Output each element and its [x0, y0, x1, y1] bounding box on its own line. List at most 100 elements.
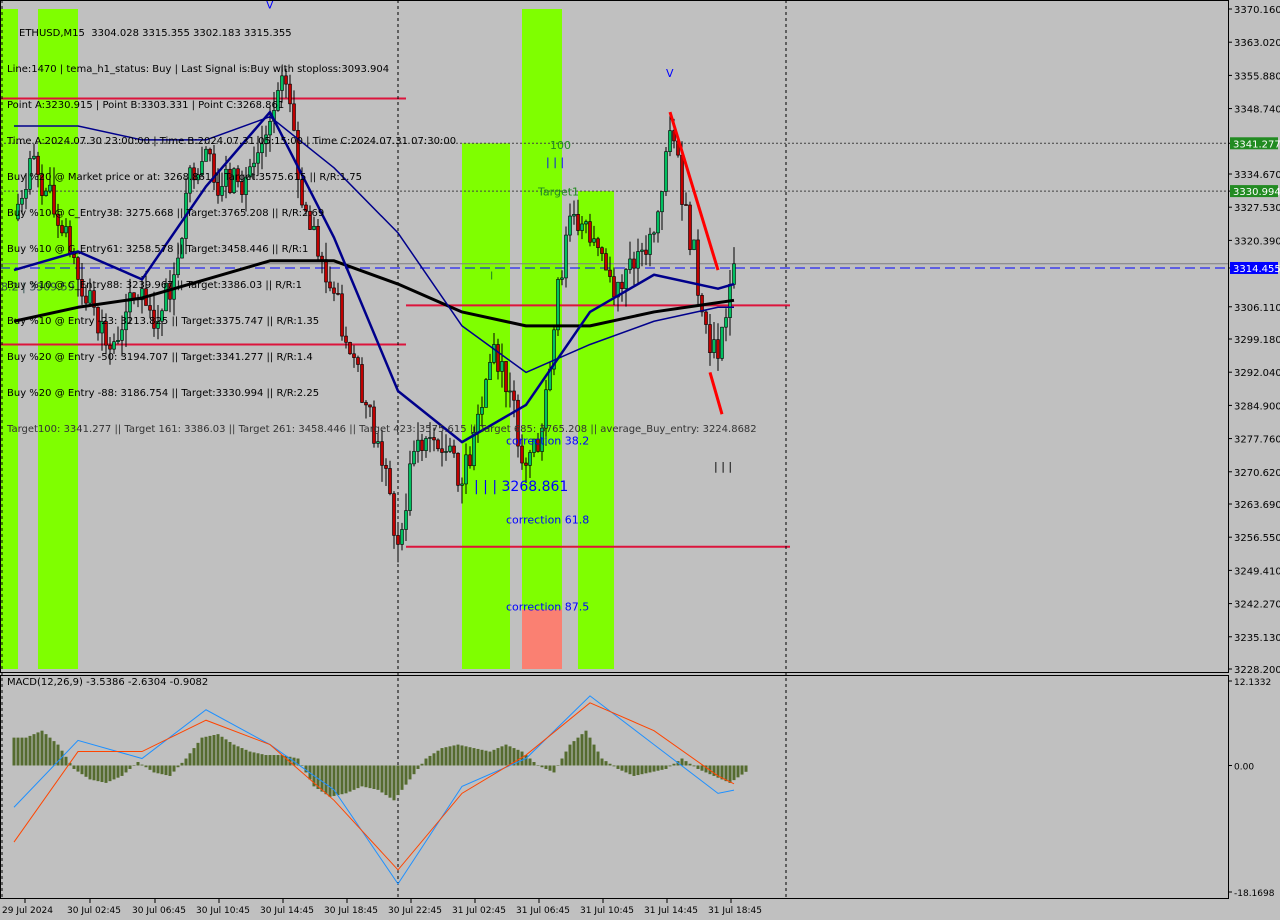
macd-histogram-bar — [484, 750, 488, 766]
macd-histogram-bar — [320, 765, 324, 792]
macd-histogram-bar — [564, 751, 568, 766]
x-tick-label: 31 Jul 10:45 — [580, 906, 634, 916]
macd-histogram-bar — [12, 737, 16, 766]
macd-histogram-bar — [228, 741, 232, 766]
macd-histogram-bar — [236, 746, 240, 766]
macd-histogram-bar — [32, 734, 36, 766]
macd-histogram-bar — [460, 745, 464, 766]
macd-histogram-bar — [580, 734, 584, 766]
y-tick-label: 3256.550 — [1234, 533, 1280, 544]
macd-histogram-bar — [524, 755, 528, 766]
macd-histogram-bar — [104, 765, 108, 783]
macd-histogram-bar — [208, 735, 212, 766]
y-tick-label: 3263.690 — [1234, 500, 1280, 511]
macd-histogram-bar — [496, 748, 500, 766]
macd-histogram-bar — [108, 765, 112, 782]
macd-histogram-bar — [688, 763, 692, 766]
info-line: Time A:2024.07.30 23:00:00 | Time B:2024… — [7, 136, 457, 147]
macd-histogram-bar — [508, 746, 512, 766]
macd-y-tick-label: 0.00 — [1234, 762, 1254, 772]
bear-candle — [520, 445, 524, 464]
macd-histogram-bar — [736, 765, 740, 778]
x-tick-label: 30 Jul 14:45 — [260, 906, 314, 916]
macd-histogram-bar — [52, 741, 56, 766]
y-tick-label: 3299.180 — [1234, 335, 1280, 346]
y-tick-label: 3277.760 — [1234, 435, 1280, 446]
macd-histogram-bar — [696, 765, 700, 769]
macd-histogram-bar — [28, 735, 32, 766]
macd-histogram-bar — [240, 748, 244, 766]
macd-histogram-bar — [596, 751, 600, 766]
macd-histogram-bar — [44, 734, 48, 766]
macd-histogram-bar — [336, 765, 340, 796]
macd-histogram-bar — [728, 765, 732, 783]
macd-histogram-bar — [680, 758, 684, 766]
macd-histogram-bar — [156, 765, 160, 774]
x-tick-label: 30 Jul 18:45 — [324, 906, 378, 916]
macd-histogram-bar — [656, 765, 660, 771]
bull-candle — [444, 451, 448, 453]
macd-histogram-bar — [744, 765, 748, 772]
macd-histogram-bar — [388, 765, 392, 798]
y-tick-label: 3235.130 — [1234, 633, 1280, 644]
macd-histogram-bar — [732, 765, 736, 781]
macd-histogram-bar — [192, 748, 196, 766]
macd-histogram-bar — [452, 745, 456, 766]
macd-histogram-bar — [440, 748, 444, 766]
macd-histogram-bar — [700, 765, 704, 771]
macd-histogram-bar — [536, 765, 540, 766]
macd-histogram-bar — [492, 749, 496, 766]
macd-histogram-bar — [80, 765, 84, 775]
macd-histogram-bar — [220, 736, 224, 766]
macd-histogram-bar — [584, 730, 588, 766]
macd-histogram-bar — [124, 765, 128, 773]
macd-histogram-bar — [200, 737, 204, 766]
y-tick-label: 3370.160 — [1234, 5, 1280, 16]
macd-histogram-bar — [468, 747, 472, 766]
macd-histogram-bar — [540, 765, 544, 768]
macd-histogram-bar — [480, 749, 484, 766]
macd-histogram-bar — [344, 765, 348, 794]
macd-histogram-bar — [636, 765, 640, 776]
macd-histogram-bar — [88, 765, 92, 780]
x-tick-label: 30 Jul 10:45 — [196, 906, 250, 916]
macd-histogram-bar — [576, 737, 580, 766]
macd-histogram-bar — [396, 765, 400, 796]
macd-histogram-bar — [684, 761, 688, 766]
macd-histogram-bar — [400, 765, 404, 790]
x-tick-label: 31 Jul 14:45 — [644, 906, 698, 916]
macd-histogram-bar — [628, 765, 632, 775]
bull-candle — [408, 463, 412, 511]
macd-histogram-bar — [456, 744, 460, 766]
macd-histogram-bar — [416, 765, 420, 769]
macd-histogram-bar — [72, 765, 76, 769]
macd-histogram-bar — [212, 735, 216, 766]
macd-histogram-bar — [672, 763, 676, 766]
bear-candle — [388, 468, 392, 494]
macd-histogram-bar — [504, 744, 508, 766]
macd-histogram-bar — [244, 749, 248, 766]
macd-histogram-bar — [164, 765, 168, 776]
macd-histogram-bar — [644, 765, 648, 774]
y-tick-label: 3320.390 — [1234, 236, 1280, 247]
macd-histogram-bar — [600, 758, 604, 766]
macd-histogram-bar — [408, 765, 412, 780]
macd-histogram-bar — [552, 765, 556, 773]
macd-histogram-bar — [100, 765, 104, 783]
price-tag-label: 3314.455 — [1233, 264, 1280, 275]
macd-histogram-bar — [356, 765, 360, 789]
macd-histogram-bar — [464, 746, 468, 766]
macd-histogram-bar — [560, 758, 564, 766]
macd-histogram-bar — [392, 765, 396, 801]
macd-histogram-bar — [640, 765, 644, 775]
macd-histogram-bar — [268, 755, 272, 766]
macd-histogram-bar — [444, 747, 448, 766]
y-tick-label: 3249.410 — [1234, 566, 1280, 577]
chart-annotation: correction 61.8 — [506, 513, 589, 526]
macd-histogram-bar — [188, 753, 192, 766]
macd-line — [13, 695, 735, 885]
macd-histogram-bar — [516, 749, 520, 766]
macd-histogram-bar — [632, 765, 636, 776]
macd-histogram-bar — [348, 765, 352, 792]
y-tick-label: 3270.620 — [1234, 468, 1280, 479]
